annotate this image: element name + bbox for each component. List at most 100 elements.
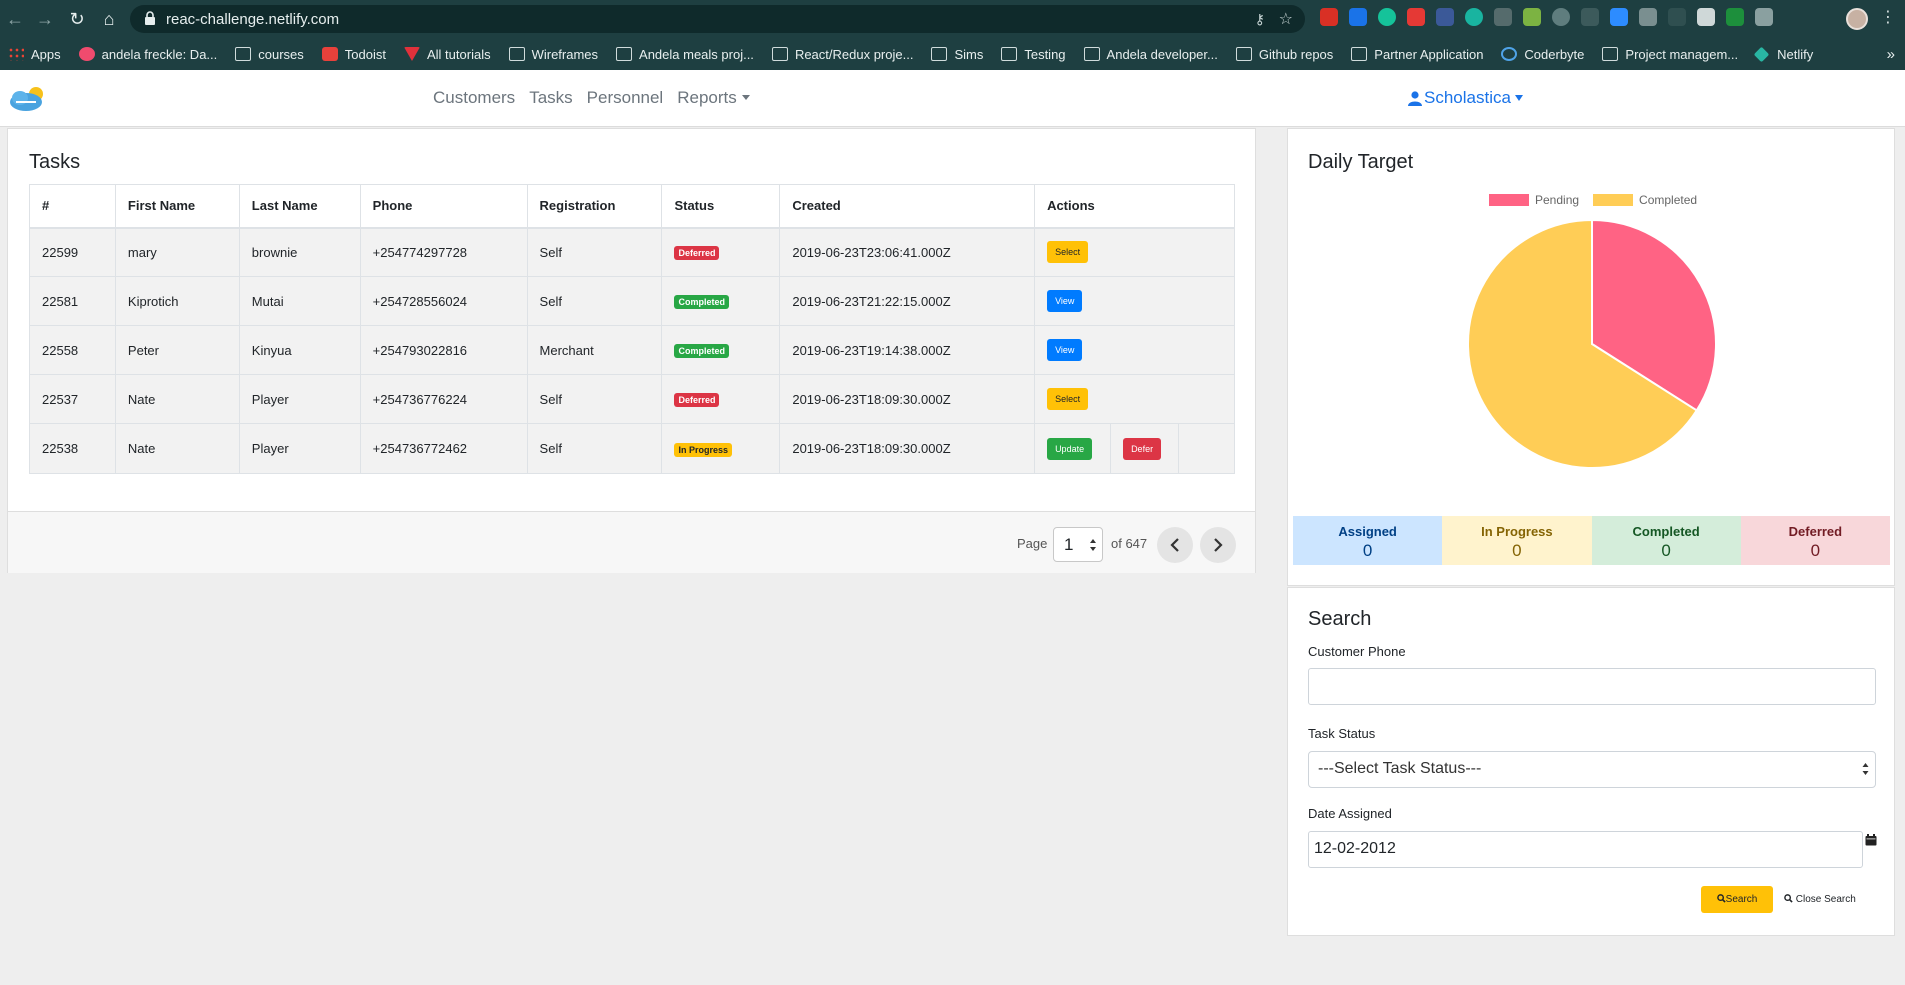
cell-actions: Update Defer [1034, 423, 1235, 474]
update-button[interactable]: Update [1047, 437, 1093, 460]
forward-icon[interactable]: → [34, 8, 56, 30]
extension-icon[interactable] [1494, 8, 1512, 26]
bookmark-item[interactable]: Todoist [321, 47, 386, 62]
bookmark-item[interactable]: andela freckle: Da... [78, 47, 217, 62]
bookmark-item[interactable]: React/Redux proje... [771, 47, 913, 62]
column-header-first-name: First Name [114, 184, 240, 229]
nav-reports[interactable]: Reports [677, 88, 750, 108]
date-assigned-input[interactable]: 12-02-2012 [1308, 831, 1863, 868]
home-icon[interactable]: ⌂ [98, 8, 120, 30]
search-button[interactable]: Search [1701, 886, 1773, 913]
extension-icon[interactable] [1581, 8, 1599, 26]
extension-icon[interactable] [1552, 8, 1570, 26]
address-bar[interactable]: reac-challenge.netlify.com ⚷ ☆ [130, 5, 1305, 33]
cell-id: 22538 [29, 423, 116, 474]
chevron-down-icon [741, 95, 750, 100]
stepper-icon[interactable] [1089, 538, 1097, 552]
extension-icon[interactable] [1320, 8, 1338, 26]
extension-icon[interactable] [1436, 8, 1454, 26]
cell-last-name: Player [238, 423, 361, 474]
status-badge: Deferred [674, 246, 720, 261]
task-status-value: ---Select Task Status--- [1318, 760, 1482, 777]
extension-icon[interactable] [1523, 8, 1541, 26]
extension-icon[interactable] [1378, 8, 1396, 26]
bookmark-label: Partner Application [1374, 46, 1484, 62]
bookmark-item[interactable]: Apps [8, 47, 61, 62]
cell-first-name: Kiprotich [114, 276, 240, 326]
previous-page-button[interactable] [1157, 527, 1193, 563]
more-vert-icon[interactable]: ⋮ [1880, 7, 1896, 27]
close-search-button[interactable]: Close Search [1784, 886, 1856, 913]
back-icon[interactable]: ← [4, 8, 26, 30]
cell-actions: Select [1034, 374, 1235, 424]
task-status-select[interactable]: ---Select Task Status--- [1308, 751, 1876, 788]
nav-personnel[interactable]: Personnel [587, 88, 664, 108]
bookmarks-bar: Apps andela freckle: Da... courses Todoist A… [0, 38, 1905, 70]
key-icon[interactable]: ⚷ [1255, 11, 1265, 28]
extension-icon[interactable] [1465, 8, 1483, 26]
next-page-button[interactable] [1200, 527, 1236, 563]
bookmark-item[interactable]: Andela meals proj... [616, 47, 754, 62]
profile-avatar[interactable] [1846, 8, 1868, 30]
extension-icon[interactable] [1639, 8, 1657, 26]
cell-first-name: Peter [114, 325, 240, 375]
bookmark-item[interactable]: Coderbyte [1501, 47, 1584, 62]
target-stats: Assigned 0 In Progress 0 Completed 0 Deferred 0 [1293, 516, 1890, 565]
cell-created: 2019-06-23T18:09:30.000Z [779, 423, 1036, 474]
folder-icon [931, 47, 948, 61]
cell-phone: +254774297728 [359, 227, 528, 277]
main-nav: Customers Tasks Personnel Reports [433, 88, 764, 108]
stat-label: Deferred [1788, 524, 1843, 539]
bookmark-item[interactable]: Netlify [1753, 46, 1813, 62]
calendar-icon[interactable] [1865, 834, 1877, 846]
page-number-value: 1 [1064, 535, 1074, 554]
folder-icon [1235, 47, 1252, 61]
nav-customers[interactable]: Customers [433, 88, 515, 108]
extension-icon[interactable] [1407, 8, 1425, 26]
extension-icon[interactable] [1755, 8, 1773, 26]
cell-created: 2019-06-23T19:14:38.000Z [779, 325, 1036, 375]
select-button[interactable]: Select [1047, 241, 1089, 264]
nav-reports-label: Reports [677, 88, 737, 107]
extension-icon[interactable] [1668, 8, 1686, 26]
bookmark-item[interactable]: All tutorials [404, 47, 491, 62]
bookmarks-overflow-icon[interactable]: » [1887, 46, 1895, 63]
user-menu[interactable]: Scholastica [1408, 88, 1523, 108]
bookmark-item[interactable]: Project managem... [1602, 47, 1738, 62]
cell-actions: View [1034, 325, 1235, 375]
extension-icon[interactable] [1349, 8, 1367, 26]
extension-icon[interactable] [1697, 8, 1715, 26]
stat-label: Completed [1632, 524, 1700, 539]
view-button[interactable]: View [1047, 339, 1083, 361]
extension-icon[interactable] [1726, 8, 1744, 26]
defer-button[interactable]: Defer [1123, 437, 1162, 460]
bookmark-item[interactable]: courses [235, 47, 304, 62]
bookmark-item[interactable]: Wireframes [508, 47, 598, 62]
bookmark-item[interactable]: Andela developer... [1083, 47, 1218, 62]
bookmark-star-icon[interactable]: ☆ [1279, 9, 1293, 29]
nav-tasks[interactable]: Tasks [529, 88, 572, 108]
chevron-left-icon [1170, 538, 1179, 552]
select-button[interactable]: Select [1047, 388, 1089, 410]
customer-phone-input[interactable] [1308, 668, 1876, 705]
cell-actions: Select [1034, 227, 1235, 277]
stat-label: Assigned [1338, 524, 1397, 539]
reload-icon[interactable]: ↻ [66, 8, 88, 30]
column-header-created: Created [779, 184, 1036, 229]
bookmark-item[interactable]: Partner Application [1351, 47, 1483, 62]
bookmark-item[interactable]: Testing [1001, 46, 1066, 62]
cell-first-name: Nate [114, 374, 240, 424]
search-icon [1716, 894, 1726, 903]
status-badge: Completed [674, 295, 729, 309]
stat-completed: Completed 0 [1591, 516, 1741, 565]
status-badge: In Progress [674, 442, 732, 457]
page-number-input[interactable]: 1 [1053, 527, 1103, 562]
view-button[interactable]: View [1047, 290, 1083, 312]
bookmark-item[interactable]: Github repos [1235, 47, 1333, 62]
bookmark-label: Testing [1024, 46, 1066, 62]
bookmark-item[interactable]: Sims [931, 47, 983, 62]
folder-icon [1602, 47, 1619, 61]
user-name: Scholastica [1424, 88, 1511, 107]
bookmark-label: Project managem... [1625, 46, 1739, 62]
extension-icon[interactable] [1610, 8, 1628, 26]
